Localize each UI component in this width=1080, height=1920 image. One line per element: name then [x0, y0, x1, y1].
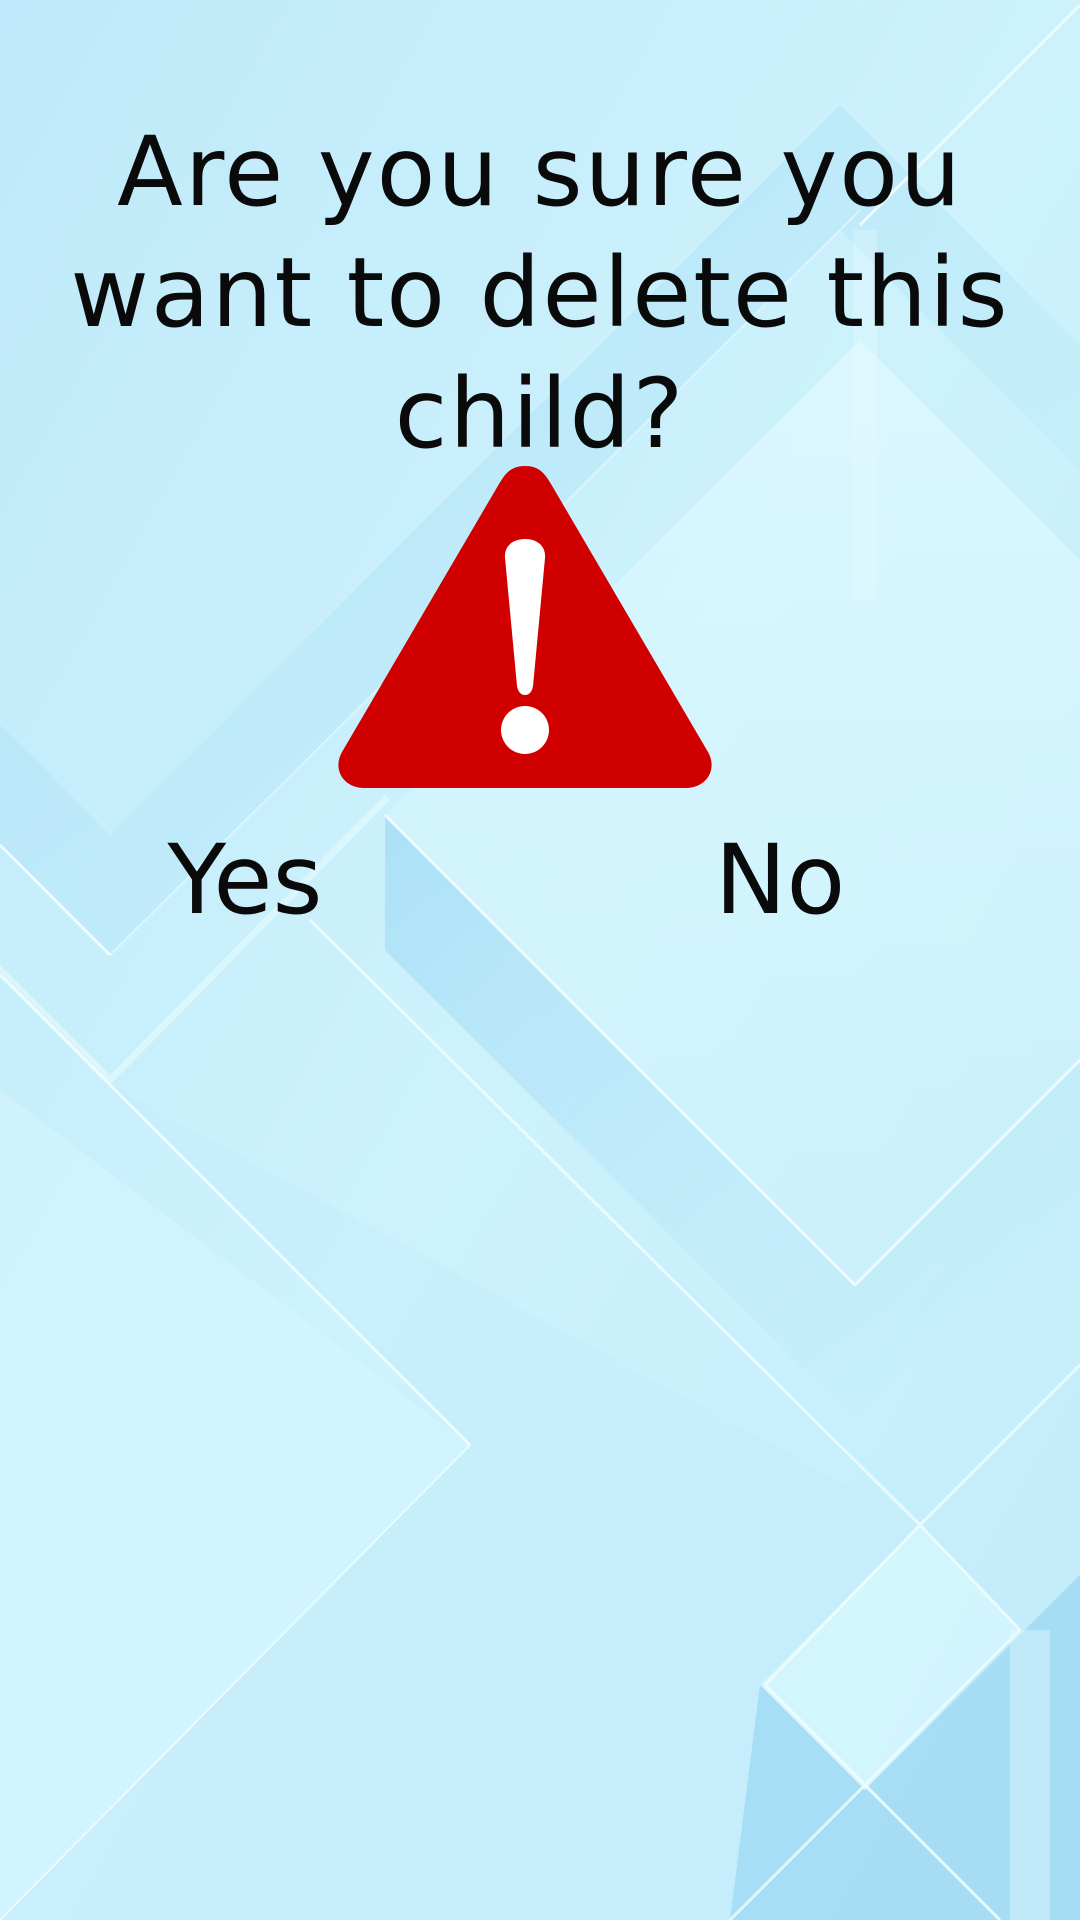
no-button[interactable]: No [680, 820, 880, 940]
yes-button[interactable]: Yes [140, 820, 350, 940]
warning-triangle-icon [338, 466, 712, 788]
delete-child-confirmation-screen: Are you sure you want to delete this chi… [0, 0, 1080, 1920]
confirmation-message: Are you sure you want to delete this chi… [70, 116, 1010, 470]
